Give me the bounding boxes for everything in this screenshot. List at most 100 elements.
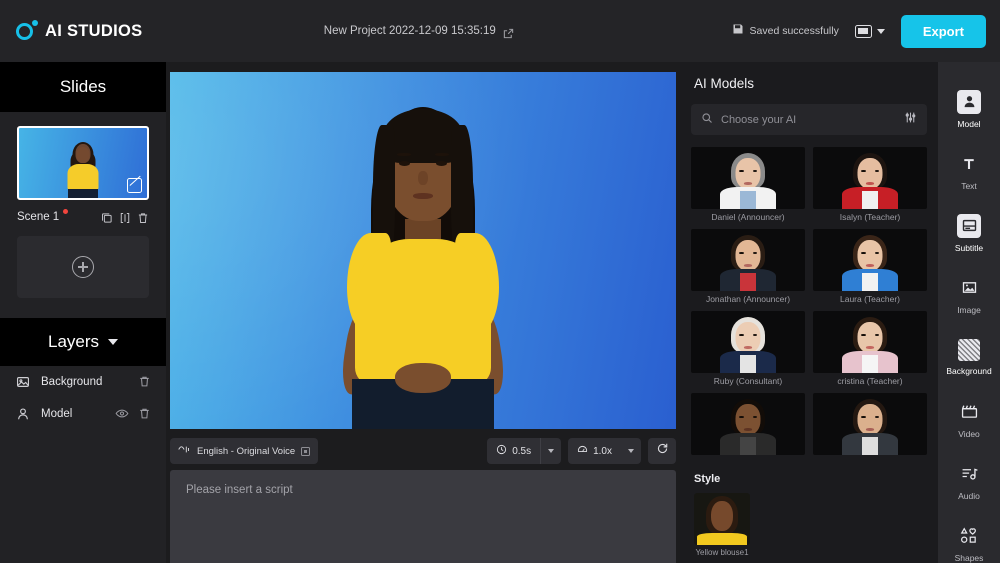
speed-caret[interactable] — [621, 438, 641, 464]
avatar-model[interactable] — [298, 99, 548, 429]
rail-item-shapes[interactable]: Shapes — [938, 512, 1000, 563]
layer-actions — [115, 407, 152, 421]
editor-canvas-column: English - Original Voice 0.5s — [166, 62, 680, 563]
ai-model-name: Jonathan (Announcer) — [691, 294, 805, 304]
plus-circle-icon — [72, 256, 94, 278]
external-edit-icon[interactable] — [503, 26, 514, 37]
chevron-down-icon — [548, 449, 554, 453]
ai-model-name: Daniel (Announcer) — [691, 212, 805, 222]
trash-icon[interactable] — [138, 375, 152, 389]
slides-list: Scene 1 — [0, 112, 166, 298]
rail-item-model[interactable]: Model — [938, 78, 1000, 140]
edit-pencil-icon[interactable] — [127, 178, 142, 193]
voice-selector[interactable]: English - Original Voice — [170, 438, 318, 464]
save-status: Saved successfully — [732, 22, 839, 40]
film-clapper-icon — [957, 400, 981, 424]
ai-model-card[interactable]: Isalyn (Teacher) — [813, 147, 927, 222]
left-sidebar: Slides Scene 1 — [0, 62, 166, 563]
layers-panel-header[interactable]: Layers — [0, 318, 166, 366]
ai-model-name: cristina (Teacher) — [813, 376, 927, 386]
script-editor[interactable]: Please insert a script — [170, 470, 676, 563]
rail-item-label: Shapes — [955, 553, 984, 563]
layer-item-model[interactable]: Model — [0, 398, 166, 430]
ai-search-bar[interactable]: Choose your AI — [691, 104, 927, 135]
eye-icon[interactable] — [115, 407, 129, 421]
duplicate-scene-icon[interactable] — [101, 211, 113, 223]
split-scene-icon[interactable] — [119, 211, 131, 223]
layer-actions — [138, 375, 152, 389]
rail-item-label: Video — [958, 429, 980, 439]
ai-model-name: Ruby (Consultant) — [691, 376, 805, 386]
scene-thumbnail[interactable] — [17, 126, 149, 200]
script-placeholder: Please insert a script — [186, 484, 660, 496]
pause-duration-caret[interactable] — [541, 438, 561, 464]
ai-model-card[interactable]: Daniel (Announcer) — [691, 147, 805, 222]
layers-title: Layers — [48, 332, 99, 352]
ai-studios-editor: AI STUDIOS New Project 2022-12-09 15:35:… — [0, 0, 1000, 563]
circle-dot-logo-icon — [16, 20, 38, 42]
ai-model-thumbnail — [691, 229, 805, 291]
reset-button[interactable] — [648, 438, 676, 464]
stage-toolbar-right: 0.5s 1.0x — [487, 438, 676, 464]
ai-model-thumbnail — [691, 393, 805, 455]
rail-item-video[interactable]: Video — [938, 388, 1000, 450]
speed-gauge-icon — [577, 444, 588, 458]
rail-item-image[interactable]: Image — [938, 264, 1000, 326]
pause-duration-control[interactable]: 0.5s — [487, 438, 561, 464]
ai-model-thumbnail — [813, 311, 927, 373]
filter-sliders-icon[interactable] — [904, 111, 917, 129]
audio-notes-icon — [957, 462, 981, 486]
rail-item-background[interactable]: Background — [938, 326, 1000, 388]
layers-list: Background Model — [0, 366, 166, 430]
style-thumbnail — [694, 493, 750, 545]
ai-model-thumbnail — [813, 393, 927, 455]
scene-meta-row: Scene 1 — [17, 208, 149, 226]
ai-model-card[interactable]: Jonathan (Announcer) — [691, 229, 805, 304]
person-icon — [957, 90, 981, 114]
ai-model-grid: Daniel (Announcer) Isalyn (Teacher) Jonath… — [691, 147, 927, 458]
style-title: Style — [680, 473, 938, 485]
voice-label: English - Original Voice — [197, 446, 295, 457]
search-input[interactable]: Choose your AI — [721, 114, 896, 126]
ai-model-card[interactable] — [691, 393, 805, 458]
person-layer-icon — [16, 407, 30, 421]
layer-item-background[interactable]: Background — [0, 366, 166, 398]
text-t-icon — [957, 152, 981, 176]
page-title: New Project 2022-12-09 15:35:19 — [324, 25, 496, 37]
delete-scene-icon[interactable] — [137, 211, 149, 223]
save-status-text: Saved successfully — [750, 25, 839, 37]
app-header: AI STUDIOS New Project 2022-12-09 15:35:… — [0, 0, 1000, 62]
rail-item-audio[interactable]: Audio — [938, 450, 1000, 512]
small-square-icon[interactable] — [301, 447, 310, 456]
hatched-background-icon — [958, 339, 980, 361]
rail-item-label: Image — [957, 305, 981, 315]
rail-item-text[interactable]: Text — [938, 140, 1000, 202]
slides-panel-header: Slides — [0, 62, 166, 112]
chevron-down-icon — [877, 29, 885, 34]
header-actions: Saved successfully Export — [732, 15, 1000, 48]
export-button[interactable]: Export — [901, 15, 986, 48]
ai-model-card[interactable] — [813, 393, 927, 458]
scene-thumbnail-figure — [58, 142, 108, 198]
ai-model-card[interactable]: cristina (Teacher) — [813, 311, 927, 386]
tool-rail: Model Text Subtitle Image Background Video Aud… — [938, 62, 1000, 563]
ai-model-card[interactable]: Ruby (Consultant) — [691, 311, 805, 386]
scene-action-group — [101, 211, 149, 223]
project-title-group[interactable]: New Project 2022-12-09 15:35:19 — [106, 25, 732, 37]
pause-duration-value: 0.5s — [512, 446, 531, 457]
rail-item-subtitle[interactable]: Subtitle — [938, 202, 1000, 264]
speed-control[interactable]: 1.0x — [568, 438, 641, 464]
ai-model-thumbnail — [691, 147, 805, 209]
aspect-ratio-dropdown[interactable] — [855, 25, 885, 38]
layer-label: Background — [41, 376, 102, 388]
rail-item-label: Text — [961, 181, 977, 191]
shapes-icon — [957, 524, 981, 548]
ai-models-title: AI Models — [680, 62, 938, 91]
style-item[interactable]: Yellow blouse1 — [694, 493, 750, 557]
video-preview-stage[interactable] — [170, 72, 676, 429]
ai-model-name: Isalyn (Teacher) — [813, 212, 927, 222]
rail-item-label: Subtitle — [955, 243, 983, 253]
ai-model-card[interactable]: Laura (Teacher) — [813, 229, 927, 304]
trash-icon[interactable] — [138, 407, 152, 421]
add-slide-button[interactable] — [17, 236, 149, 298]
